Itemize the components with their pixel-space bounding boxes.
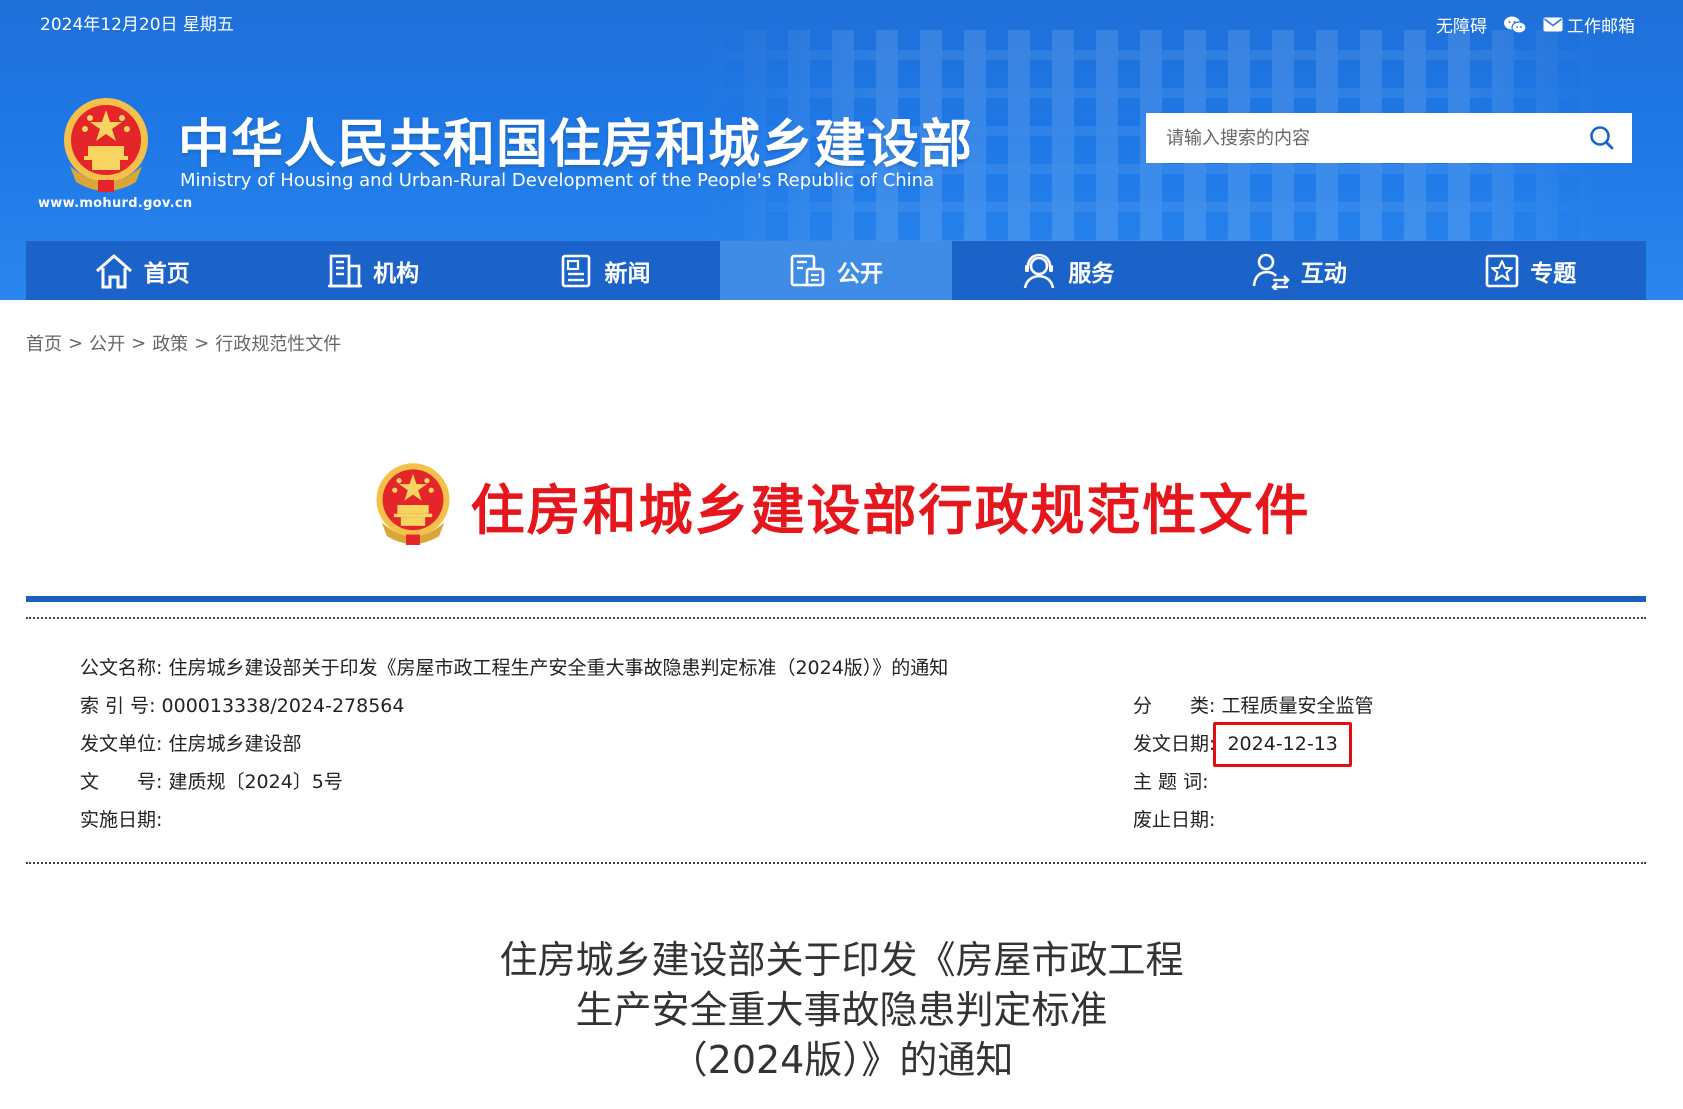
home-icon: [95, 254, 132, 288]
nav-item-topic[interactable]: 专题: [1415, 241, 1646, 300]
banner-title: 住房和城乡建设部行政规范性文件: [470, 478, 1311, 542]
top-links: 无障碍 工作邮箱: [1436, 12, 1635, 37]
meta-value: 住房城乡建设部: [168, 733, 302, 755]
wechat-icon: [1504, 16, 1527, 34]
meta-abolish-date: 废止日期:: [1133, 805, 1215, 832]
breadcrumb-separator: >: [68, 332, 84, 354]
meta-label: 废止日期:: [1133, 809, 1216, 831]
breadcrumb-item-home[interactable]: 首页: [26, 330, 62, 356]
breadcrumb-item-disclosure[interactable]: 公开: [89, 330, 125, 356]
mailbox-link-label: 工作邮箱: [1567, 17, 1635, 37]
mail-icon: [1543, 17, 1563, 32]
mailbox-link[interactable]: 工作邮箱: [1543, 12, 1635, 37]
breadcrumb: 首页 > 公开 > 政策 > 行政规范性文件: [26, 330, 341, 356]
search-button[interactable]: [1572, 113, 1632, 163]
divider-dotted: [26, 617, 1646, 619]
meta-label: 发文单位:: [80, 733, 163, 755]
meta-label: 公文名称:: [80, 657, 163, 679]
search-input[interactable]: [1146, 113, 1572, 163]
section-banner: 住房和城乡建设部行政规范性文件: [0, 460, 1683, 550]
document-title-line: （2024版）》的通知: [669, 1038, 1014, 1082]
nav-item-news[interactable]: 新闻: [489, 241, 720, 300]
search-box: [1146, 113, 1632, 163]
nav-item-label: 首页: [143, 260, 190, 287]
search-icon: [1590, 126, 1614, 150]
nav-item-label: 新闻: [604, 260, 651, 287]
nav-item-label: 机构: [373, 260, 420, 287]
meta-label: 索 引 号:: [80, 695, 156, 717]
meta-doc-name: 公文名称: 住房城乡建设部关于印发《房屋市政工程生产安全重大事故隐患判定标准（2…: [80, 653, 948, 680]
meta-value: 建质规〔2024〕5号: [168, 771, 343, 793]
document-title-line: 生产安全重大事故隐患判定标准: [575, 988, 1108, 1032]
meta-label: 文 号:: [80, 771, 163, 793]
nav-item-disclosure[interactable]: 公开: [720, 241, 952, 300]
national-emblem-icon[interactable]: [60, 96, 152, 196]
meta-value: 住房城乡建设部关于印发《房屋市政工程生产安全重大事故隐患判定标准（2024版）》…: [168, 657, 949, 679]
issue-date-highlight-box: [1213, 722, 1352, 767]
building-icon: [328, 254, 363, 287]
divider-dotted: [26, 862, 1646, 864]
nav-item-label: 互动: [1300, 260, 1347, 287]
document-title: 住房城乡建设部关于印发《房屋市政工程 生产安全重大事故隐患判定标准 （2024版…: [0, 935, 1683, 1085]
divider-thick: [26, 596, 1646, 602]
current-date: 2024年12月20日 星期五: [40, 15, 234, 35]
nav-item-label: 服务: [1068, 260, 1115, 287]
meta-category: 分 类: 工程质量安全监管: [1133, 691, 1373, 718]
nav-item-organization[interactable]: 机构: [257, 241, 488, 300]
meta-value: 工程质量安全监管: [1221, 695, 1374, 717]
nav-item-label: 专题: [1530, 260, 1577, 287]
service-icon: [1024, 253, 1055, 288]
interaction-icon: [1252, 253, 1290, 290]
meta-label: 分 类:: [1133, 695, 1216, 717]
meta-value: 000013338/2024-278564: [161, 695, 405, 717]
meta-implementation-date: 实施日期:: [80, 805, 162, 832]
nav-item-service[interactable]: 服务: [952, 241, 1183, 300]
meta-issuing-unit: 发文单位: 住房城乡建设部: [80, 729, 301, 756]
national-emblem-icon: [375, 463, 450, 545]
site-url: www.mohurd.gov.cn: [38, 196, 193, 211]
accessibility-link[interactable]: 无障碍: [1436, 12, 1487, 37]
main-nav: 首页 机构 新闻 公开 服务 互动 专题: [26, 241, 1646, 300]
nav-item-interaction[interactable]: 互动: [1183, 241, 1414, 300]
breadcrumb-separator: >: [131, 332, 147, 354]
nav-item-label: 公开: [836, 260, 883, 287]
breadcrumb-item-normative-docs[interactable]: 行政规范性文件: [215, 330, 341, 356]
news-icon: [561, 254, 590, 287]
meta-document-number: 文 号: 建质规〔2024〕5号: [80, 767, 343, 794]
document-title-line: 住房城乡建设部关于印发《房屋市政工程: [499, 938, 1184, 982]
accessibility-link-label: 无障碍: [1436, 17, 1487, 37]
meta-label: 主 题 词:: [1133, 771, 1209, 793]
nav-item-home[interactable]: 首页: [26, 241, 257, 300]
disclosure-icon: [790, 254, 825, 286]
meta-keywords: 主 题 词:: [1133, 767, 1208, 794]
meta-label: 实施日期:: [80, 809, 163, 831]
meta-label: 发文日期:: [1133, 733, 1216, 755]
breadcrumb-item-policy[interactable]: 政策: [152, 330, 188, 356]
breadcrumb-separator: >: [194, 332, 210, 354]
site-name-chinese: 中华人民共和国住房和城乡建设部: [178, 115, 974, 175]
wechat-link[interactable]: [1503, 15, 1527, 35]
site-name-english: Ministry of Housing and Urban-Rural Deve…: [180, 170, 935, 191]
topic-icon: [1485, 254, 1519, 287]
meta-index-number: 索 引 号: 000013338/2024-278564: [80, 691, 404, 718]
